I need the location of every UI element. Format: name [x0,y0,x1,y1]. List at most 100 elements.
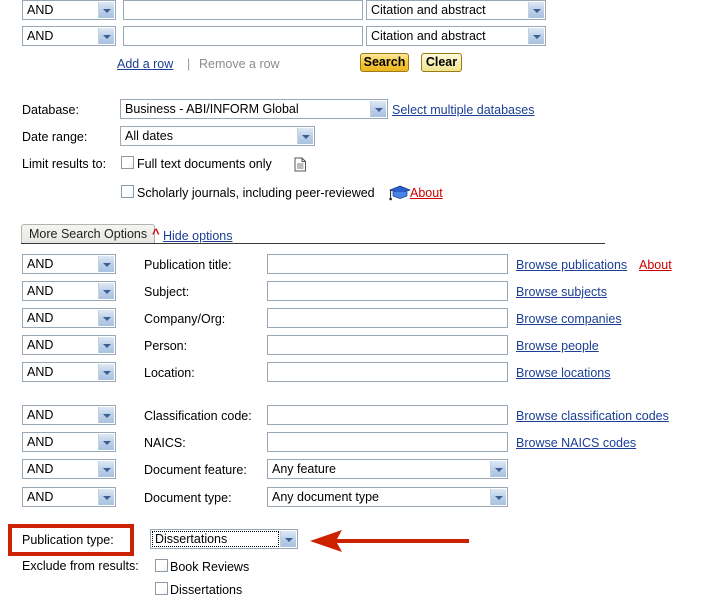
operator-select-person[interactable]: AND [22,335,116,355]
person-input[interactable] [267,335,508,355]
clear-button[interactable]: Clear [421,53,462,72]
operator-select-row-1[interactable]: AND [22,0,116,20]
exclude-book-reviews-label: Book Reviews [170,560,249,574]
operator-value: AND [27,490,53,504]
document-type-value: Any document type [272,490,379,504]
subject-input[interactable] [267,281,508,301]
operator-select-document-type[interactable]: AND [22,487,116,507]
exclude-dissertations-checkbox[interactable] [155,582,168,595]
operator-select-company-org[interactable]: AND [22,308,116,328]
tab-more-search-options[interactable]: More Search Options [21,224,155,243]
naics-label: NAICS: [144,436,186,450]
options-divider [21,243,605,244]
chevron-down-icon [528,2,544,18]
chevron-down-icon [98,256,114,272]
remove-a-row-link[interactable]: Remove a row [199,57,280,71]
operator-select-classification-code[interactable]: AND [22,405,116,425]
browse-subjects-link[interactable]: Browse subjects [516,285,607,299]
add-a-row-link[interactable]: Add a row [117,57,173,71]
naics-input[interactable] [267,432,508,452]
location-label: Location: [144,366,195,380]
browse-locations-link[interactable]: Browse locations [516,366,611,380]
chevron-down-icon [490,461,506,477]
annotation-arrow-icon [306,528,471,554]
chevron-down-icon [98,407,114,423]
publication-type-value: Dissertations [155,532,227,546]
full-text-checkbox[interactable] [121,156,134,169]
scholarly-journals-label: Scholarly journals, including peer-revie… [137,186,375,200]
chevron-down-icon [98,489,114,505]
browse-publications-link[interactable]: Browse publications [516,258,627,272]
document-type-select[interactable]: Any document type [267,487,508,507]
operator-value: AND [27,257,53,271]
operator-value: AND [27,311,53,325]
document-feature-select[interactable]: Any feature [267,459,508,479]
classification-code-label: Classification code: [144,409,252,423]
search-button[interactable]: Search [360,53,409,72]
document-feature-value: Any feature [272,462,336,476]
operator-value: AND [27,435,53,449]
graduation-cap-icon [389,184,411,201]
operator-select-row-2-value: AND [27,29,53,43]
field-select-row-2-value: Citation and abstract [371,29,486,43]
date-range-select[interactable]: All dates [120,126,315,146]
database-label: Database: [22,103,79,117]
field-select-row-2[interactable]: Citation and abstract [366,26,546,46]
classification-code-input[interactable] [267,405,508,425]
browse-classification-codes-link[interactable]: Browse classification codes [516,409,669,423]
document-feature-label: Document feature: [144,463,247,477]
subject-label: Subject: [144,285,189,299]
scholarly-about-link[interactable]: About [410,186,443,200]
exclude-dissertations-label: Dissertations [170,583,242,597]
browse-people-link[interactable]: Browse people [516,339,599,353]
database-select[interactable]: Business - ABI/INFORM Global [120,99,388,119]
exclude-from-results-label: Exclude from results: [22,559,139,573]
company-org-input[interactable] [267,308,508,328]
operator-select-row-2[interactable]: AND [22,26,116,46]
operator-value: AND [27,408,53,422]
query-input-row-2[interactable] [123,26,363,46]
operator-select-location[interactable]: AND [22,362,116,382]
chevron-down-icon [297,128,313,144]
person-label: Person: [144,339,187,353]
chevron-down-icon [98,283,114,299]
location-input[interactable] [267,362,508,382]
company-org-label: Company/Org: [144,312,225,326]
operator-select-document-feature[interactable]: AND [22,459,116,479]
hide-options-link[interactable]: Hide options [163,229,233,243]
operator-value: AND [27,462,53,476]
operator-select-naics[interactable]: AND [22,432,116,452]
chevron-down-icon [98,434,114,450]
chevron-down-icon [370,101,386,117]
exclude-book-reviews-checkbox[interactable] [155,559,168,572]
operator-select-publication-title[interactable]: AND [22,254,116,274]
operator-select-row-1-value: AND [27,3,53,17]
select-multiple-databases-link[interactable]: Select multiple databases [392,103,534,117]
publication-title-input[interactable] [267,254,508,274]
date-range-select-value: All dates [125,129,173,143]
operator-value: AND [27,365,53,379]
date-range-label: Date range: [22,130,87,144]
operator-select-subject[interactable]: AND [22,281,116,301]
field-select-row-1[interactable]: Citation and abstract [366,0,546,20]
query-input-row-1[interactable] [123,0,363,20]
publication-title-about-link[interactable]: About [639,258,672,272]
chevron-down-icon [280,531,296,547]
document-type-label: Document type: [144,491,232,505]
publication-type-select[interactable]: Dissertations [150,529,298,549]
chevron-down-icon [98,364,114,380]
document-icon [294,157,307,172]
database-select-value: Business - ABI/INFORM Global [125,102,299,116]
chevron-down-icon [98,337,114,353]
chevron-down-icon [98,28,114,44]
scholarly-journals-checkbox[interactable] [121,185,134,198]
browse-naics-codes-link[interactable]: Browse NAICS codes [516,436,636,450]
chevron-down-icon [528,28,544,44]
limit-results-label: Limit results to: [22,157,106,171]
publication-title-label: Publication title: [144,258,232,272]
annotation-highlight-box [8,524,134,556]
full-text-label: Full text documents only [137,157,272,171]
chevron-down-icon [98,310,114,326]
chevron-down-icon [490,489,506,505]
browse-companies-link[interactable]: Browse companies [516,312,622,326]
